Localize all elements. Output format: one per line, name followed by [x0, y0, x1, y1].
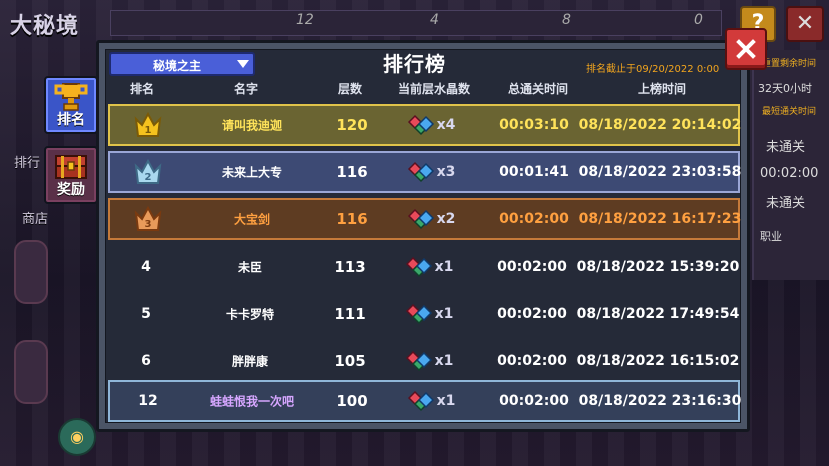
crystal-icon — [405, 350, 433, 372]
rank-number: 12 — [138, 393, 158, 409]
crystal-icon — [407, 208, 435, 230]
column-header-rank: 排名 — [129, 82, 155, 96]
map-pin-icon[interactable]: ◉ — [58, 418, 96, 456]
crown-icon: 2 — [134, 158, 162, 184]
floor-count: 116 — [336, 210, 368, 228]
column-header-name: 名字 — [233, 82, 259, 96]
crystal-count: x4 — [436, 117, 456, 133]
player-name: 胖胖康 — [231, 354, 269, 369]
floor-count: 120 — [336, 116, 368, 134]
status-value: 未通关 — [766, 196, 806, 211]
table-row[interactable]: 6 胖胖康 105 x1 00:02:00 08/18/2022 16:15:02 — [108, 340, 740, 382]
pillar-decoration — [14, 340, 48, 404]
rank-number: 3 — [145, 219, 152, 230]
total-clear-time: 00:02:00 — [499, 211, 569, 227]
shop-shortcut[interactable]: 商店 — [22, 208, 48, 227]
table-row[interactable]: 3 大宝剑 116 x2 00:02:00 08/18/2022 16:17:23 — [108, 198, 742, 240]
table-row[interactable]: 4 未臣 113 x1 00:02:00 08/18/2022 15:39:20 — [108, 246, 740, 288]
floor-count: 105 — [334, 352, 366, 370]
crystal-icon — [407, 390, 435, 412]
tab-label: 奖励 — [57, 182, 85, 198]
crystal-count: x1 — [434, 353, 454, 369]
total-clear-time: 00:02:00 — [497, 353, 567, 369]
crown-icon: 1 — [134, 111, 162, 137]
column-header-listed-time: 上榜时间 — [637, 82, 687, 96]
player-name: 蛙蛙恨我一次吧 — [209, 394, 295, 409]
status-value: 未通关 — [766, 140, 806, 155]
listed-time: 08/18/2022 20:14:02 — [578, 117, 742, 133]
crown-icon: 3 — [134, 205, 162, 231]
listed-time: 08/18/2022 23:03:58 — [578, 164, 742, 180]
player-name: 未臣 — [237, 260, 263, 275]
floor-count: 116 — [336, 163, 368, 181]
table-row-own[interactable]: 12 蛙蛙恨我一次吧 100 x1 00:02:00 08/18/2022 23:16:3… — [108, 380, 742, 422]
reset-time-value: 32天0小时 — [758, 82, 812, 95]
player-name: 请叫我迪迦 — [221, 118, 283, 133]
crystal-count: x3 — [436, 164, 456, 180]
time-value: 00:02:00 — [760, 166, 819, 181]
exit-button[interactable]: ✕ — [786, 6, 824, 42]
class-label: 职业 — [760, 230, 782, 243]
trophy-icon — [54, 83, 88, 111]
screen-title: 大秘境 — [10, 14, 80, 39]
rank-number: 4 — [141, 259, 151, 275]
floor-count: 100 — [336, 392, 368, 410]
listed-time: 08/18/2022 17:49:54 — [576, 306, 740, 322]
total-clear-time: 00:03:10 — [499, 117, 569, 133]
tab-label: 排名 — [57, 112, 85, 128]
tab-rewards[interactable]: 奖励 — [44, 146, 98, 204]
total-clear-time: 00:02:00 — [497, 259, 567, 275]
total-clear-time: 00:02:00 — [497, 306, 567, 322]
listed-time: 08/18/2022 23:16:30 — [578, 393, 742, 409]
floor-count: 111 — [334, 305, 366, 323]
player-name: 未来上大专 — [221, 165, 283, 180]
total-clear-time: 00:01:41 — [499, 164, 569, 180]
top-number: 12 — [296, 12, 314, 28]
column-header-total-time: 总通关时间 — [507, 82, 569, 96]
table-row[interactable]: 5 卡卡罗特 111 x1 00:02:00 08/18/2022 17:49:54 — [108, 293, 740, 335]
crystal-count: x1 — [434, 259, 454, 275]
crystal-count: x1 — [436, 393, 456, 409]
best-time-label: 最短通关时间 — [762, 107, 817, 117]
crystal-icon — [405, 256, 433, 278]
crystal-icon — [405, 303, 433, 325]
crystal-icon — [407, 161, 435, 183]
rank-number: 5 — [141, 306, 151, 322]
table-row[interactable]: 1 请叫我迪迦 120 x4 00:03:10 08/18/2022 20:14:02 — [108, 104, 742, 146]
table-row[interactable]: 2 未来上大专 116 x3 00:01:41 08/18/2022 23:03:58 — [108, 151, 742, 193]
rank-number: 1 — [145, 125, 152, 136]
rank-number: 6 — [141, 353, 151, 369]
top-status-bar — [110, 10, 722, 36]
crystal-icon — [407, 114, 435, 136]
tab-ranking[interactable]: 排名 — [44, 76, 98, 134]
top-number: 0 — [694, 12, 703, 28]
listed-time: 08/18/2022 16:17:23 — [578, 211, 742, 227]
pillar-decoration — [14, 240, 48, 304]
leaderboard-shortcut[interactable]: 排行 — [14, 152, 40, 171]
rank-number: 2 — [145, 172, 152, 183]
listed-time: 08/18/2022 16:15:02 — [576, 353, 740, 369]
crystal-count: x1 — [434, 306, 454, 322]
floor-count: 113 — [334, 258, 366, 276]
column-header-crystals: 当前层水晶数 — [397, 82, 471, 96]
table-header: 排名 名字 层数 当前层水晶数 总通关时间 上榜时间 — [104, 80, 742, 98]
chest-icon — [55, 155, 87, 179]
column-header-floor: 层数 — [337, 82, 363, 96]
crystal-count: x2 — [436, 211, 456, 227]
player-name: 卡卡罗特 — [225, 307, 275, 322]
total-clear-time: 00:02:00 — [499, 393, 569, 409]
player-name: 大宝剑 — [233, 212, 271, 227]
listed-time: 08/18/2022 15:39:20 — [576, 259, 740, 275]
top-number: 4 — [430, 12, 439, 28]
ranking-deadline: 排名截止于09/20/2022 0:00 — [586, 64, 720, 75]
top-number: 8 — [562, 12, 571, 28]
